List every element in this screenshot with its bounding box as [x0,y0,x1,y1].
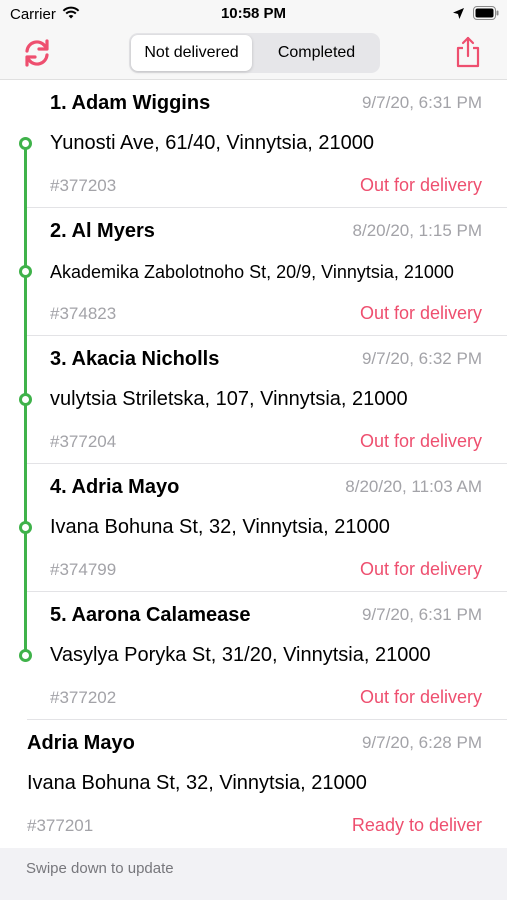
order-row[interactable]: 1. Adam Wiggins 9/7/20, 6:31 PM Yunosti … [0,80,507,208]
order-row[interactable]: 4. Adria Mayo 8/20/20, 11:03 AM Ivana Bo… [0,464,507,592]
order-date: 9/7/20, 6:32 PM [361,349,482,368]
route-stop-dot [19,393,32,406]
order-row[interactable]: 5. Aarona Calamease 9/7/20, 6:31 PM Vasy… [0,592,507,720]
order-date: 9/7/20, 6:28 PM [361,733,482,752]
route-stop-dot [19,137,32,150]
order-number: #377202 [50,688,117,707]
order-status: Ready to deliver [351,815,482,835]
nav-bar: Not delivered Completed [0,28,507,80]
order-customer-name: 3. Akacia Nicholls [50,348,220,370]
order-number: #377203 [50,176,117,195]
order-address: Ivana Bohuna St, 32, Vinnytsia, 21000 [27,772,367,794]
order-status: Out for delivery [359,431,482,451]
order-number: #377204 [50,432,117,451]
order-customer-name: 1. Adam Wiggins [50,92,211,114]
status-bar: Carrier 10:58 PM [0,0,507,28]
order-status: Out for delivery [359,303,482,323]
order-row[interactable]: 2. Al Myers 8/20/20, 1:15 PM Akademika Z… [0,208,507,336]
order-date: 9/7/20, 6:31 PM [361,93,482,112]
order-status: Out for delivery [359,175,482,195]
share-icon[interactable] [454,35,482,69]
segment-not-delivered[interactable]: Not delivered [131,35,252,71]
footer-bar: Swipe down to update [0,848,507,900]
order-address: vulytsia Striletska, 107, Vinnytsia, 210… [50,388,408,410]
route-stop-dot [19,649,32,662]
order-address: Ivana Bohuna St, 32, Vinnytsia, 21000 [50,516,390,538]
order-number: #377201 [27,816,94,835]
route-stop-dot [19,521,32,534]
order-customer-name: Adria Mayo [27,732,135,754]
status-time: 10:58 PM [220,5,287,22]
order-customer-name: 2. Al Myers [50,220,155,242]
order-number: #374823 [50,304,117,323]
swipe-hint: Swipe down to update [26,860,174,877]
order-date: 9/7/20, 6:31 PM [361,605,482,624]
order-address: Akademika Zabolotnoho St, 20/9, Vinnytsi… [50,262,454,282]
order-address: Yunosti Ave, 61/40, Vinnytsia, 21000 [50,132,374,154]
segment-completed[interactable]: Completed [256,35,377,71]
order-date: 8/20/20, 1:15 PM [352,221,482,240]
route-stop-dot [19,265,32,278]
order-status: Out for delivery [359,559,482,579]
order-row[interactable]: Adria Mayo 9/7/20, 6:28 PM Ivana Bohuna … [0,720,507,848]
order-row[interactable]: 3. Akacia Nicholls 9/7/20, 6:32 PM vulyt… [0,336,507,464]
battery-icon [473,6,499,20]
order-number: #374799 [50,560,117,579]
refresh-icon[interactable] [22,38,52,68]
order-customer-name: 5. Aarona Calamease [50,604,251,626]
location-icon [453,8,464,19]
delivery-filter-segmented-control: Not delivered Completed [129,33,380,73]
order-status: Out for delivery [359,687,482,707]
order-date: 8/20/20, 11:03 AM [345,477,482,496]
order-customer-name: 4. Adria Mayo [50,476,180,498]
order-address: Vasylya Poryka St, 31/20, Vinnytsia, 210… [50,644,431,666]
